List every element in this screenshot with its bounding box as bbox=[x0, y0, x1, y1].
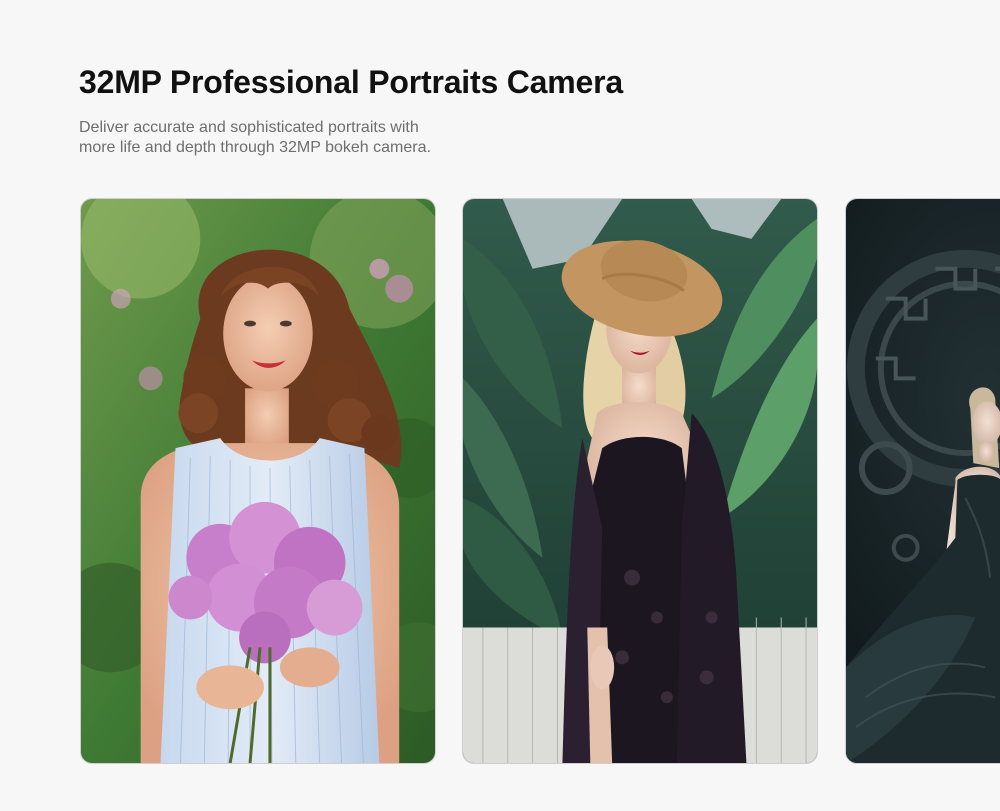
lilac-portrait-illustration bbox=[81, 199, 435, 763]
woman-in-straw-hat-photo[interactable] bbox=[462, 198, 818, 764]
subtitle-line-2: more life and depth through 32MP bokeh c… bbox=[79, 139, 431, 156]
straw-hat-portrait-illustration bbox=[463, 199, 817, 763]
woman-with-lilac-bouquet-photo[interactable] bbox=[80, 198, 436, 764]
woman-in-dark-gown-photo[interactable] bbox=[845, 198, 1000, 764]
portrait-gallery bbox=[80, 198, 1000, 766]
page-title: 32MP Professional Portraits Camera bbox=[79, 64, 623, 100]
subtitle-line-1: Deliver accurate and sophisticated portr… bbox=[79, 119, 419, 136]
page-subtitle: Deliver accurate and sophisticated portr… bbox=[79, 118, 499, 158]
dark-gown-portrait-illustration bbox=[846, 199, 1000, 763]
